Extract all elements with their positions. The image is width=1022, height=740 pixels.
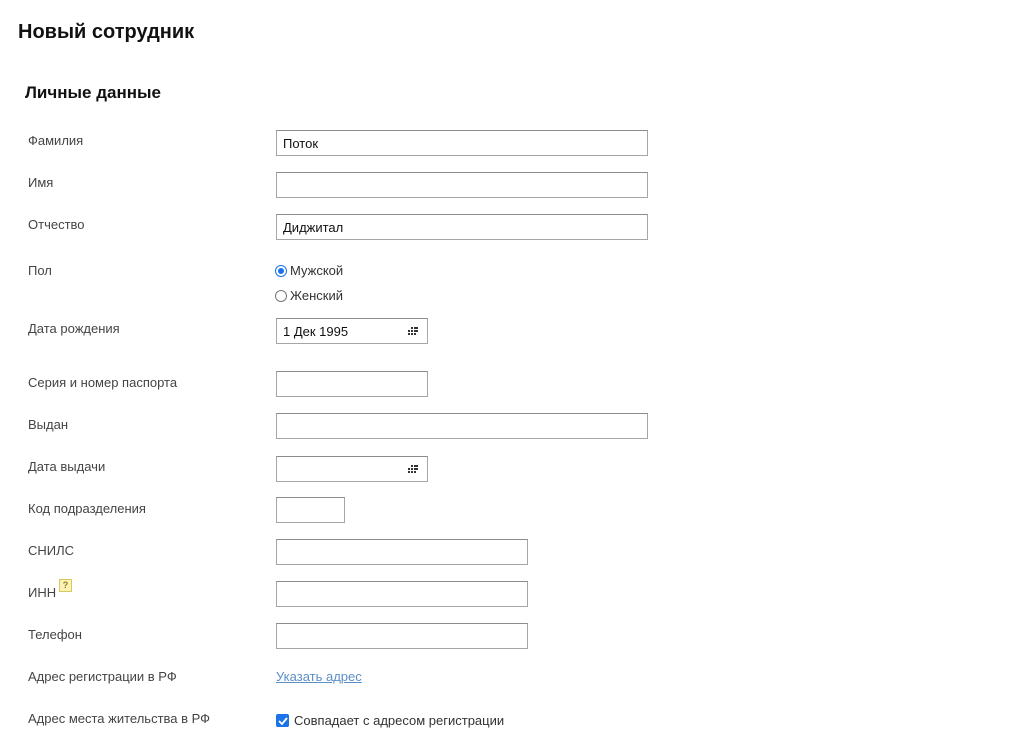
birth-date-label: Дата рождения [28,321,120,336]
issue-date-label: Дата выдачи [28,459,106,474]
calendar-icon[interactable] [407,327,418,335]
snils-input[interactable] [276,539,528,565]
division-code-input[interactable] [276,497,345,523]
specify-address-link[interactable]: Указать адрес [276,669,362,684]
last-name-label: Фамилия [28,133,84,148]
gender-option-male[interactable]: Мужской [275,263,343,278]
same-address-checkbox-row[interactable]: Совпадает с адресом регистрации [276,713,504,728]
gender-label: Пол [28,263,52,278]
middle-name-label: Отчество [28,217,85,232]
passport-label: Серия и номер паспорта [28,375,178,390]
issued-by-label: Выдан [28,417,69,432]
calendar-icon[interactable] [407,465,418,473]
division-code-label: Код подразделения [28,501,146,516]
first-name-label: Имя [28,175,54,190]
first-name-input[interactable] [276,172,648,198]
gender-option-male-label: Мужской [290,263,344,278]
issued-by-input[interactable] [276,413,648,439]
checkmark-icon [277,716,288,725]
birth-date-field[interactable] [276,318,428,344]
phone-input[interactable] [276,623,528,649]
page-title: Новый сотрудник [18,21,195,43]
radio-male[interactable] [275,264,287,277]
reg-address-label: Адрес регистрации в РФ [28,669,177,684]
birth-date-input[interactable] [277,319,409,343]
phone-label: Телефон [28,627,82,642]
gender-option-female-label: Женский [290,288,343,303]
middle-name-input[interactable] [276,214,648,240]
radio-female[interactable] [275,289,287,302]
help-icon[interactable]: ? [59,579,72,592]
inn-label: ИНН [28,585,57,600]
section-title: Личные данные [25,83,161,102]
residence-address-label: Адрес места жительства в РФ [28,711,211,726]
issue-date-field[interactable] [276,456,428,482]
snils-label: СНИЛС [28,543,75,558]
inn-input[interactable] [276,581,528,607]
gender-option-female[interactable]: Женский [275,288,343,303]
last-name-input[interactable] [276,130,648,156]
issue-date-input[interactable] [277,457,409,481]
same-address-checkbox[interactable] [276,714,289,727]
same-address-checkbox-label: Совпадает с адресом регистрации [294,713,505,728]
passport-input[interactable] [276,371,428,397]
